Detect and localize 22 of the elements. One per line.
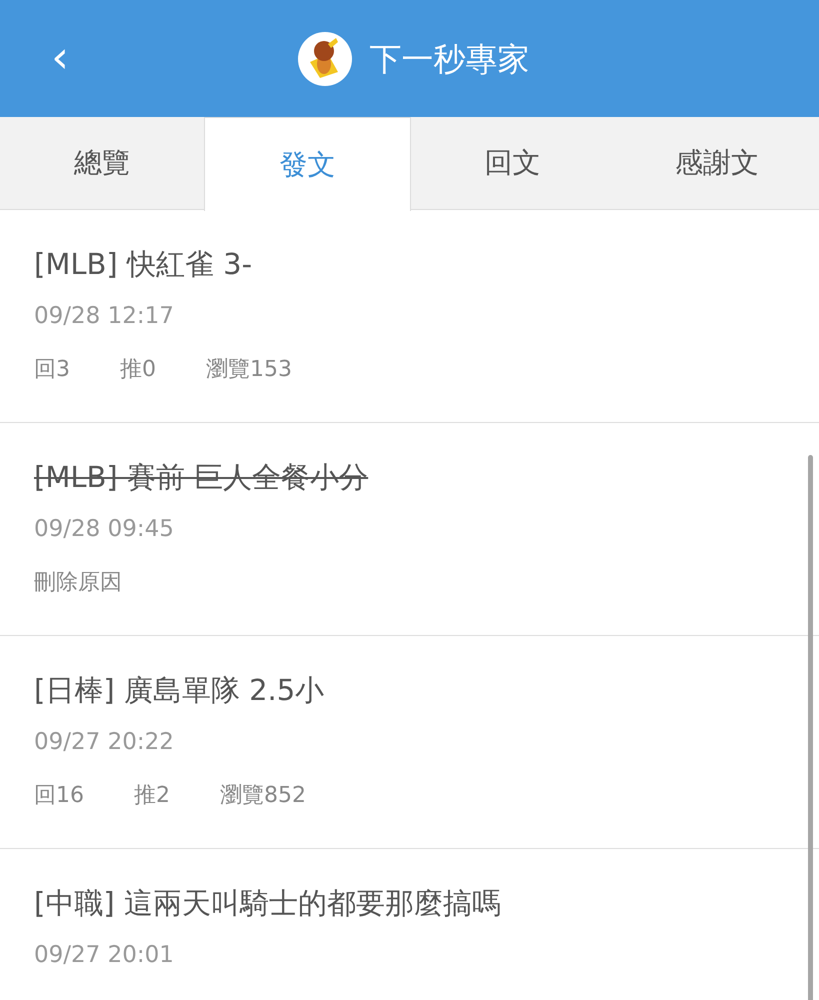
post-stat: 回3: [34, 356, 70, 384]
post-stat: 推0: [120, 356, 156, 384]
post-time: 09/27 20:22: [34, 728, 174, 757]
tab[interactable]: 回文: [410, 117, 615, 209]
post-title: [MLB] 賽前 巨人全餐小分: [34, 459, 368, 496]
tab[interactable]: 感謝文: [614, 117, 819, 209]
post-stat: 瀏覽153: [206, 356, 292, 384]
post-stat: 推2: [134, 782, 170, 810]
header-title: 下一秒專家: [370, 38, 530, 80]
avatar-icon: [298, 32, 352, 86]
tab[interactable]: 發文: [204, 117, 410, 211]
post-stat: 瀏覽852: [220, 782, 306, 810]
delete-reason: 刪除原因: [34, 569, 122, 597]
post-time: 09/27 20:01: [34, 941, 174, 970]
tab[interactable]: 總覽: [0, 117, 204, 209]
post-title: [MLB] 快紅雀 3-: [34, 246, 252, 283]
post-time: 09/28 09:45: [34, 515, 174, 544]
post-title: [中職] 這兩天叫騎士的都要那麼搞嗎: [34, 885, 501, 922]
post-title: [日棒] 廣島單隊 2.5小: [34, 672, 324, 709]
post-stat: 回16: [34, 782, 84, 810]
post-item[interactable]: [MLB] 快紅雀 3- 09/28 12:17 回3 推0 瀏覽153: [0, 210, 819, 423]
post-time: 09/28 12:17: [34, 302, 174, 331]
